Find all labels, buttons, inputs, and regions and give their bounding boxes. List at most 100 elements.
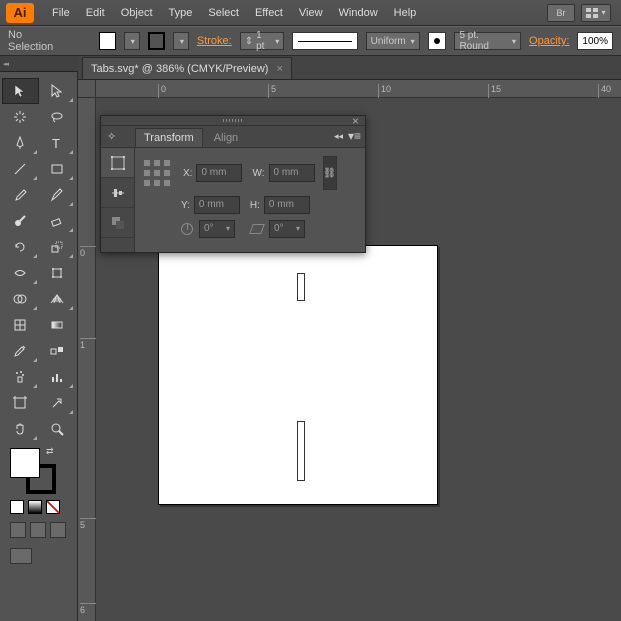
transform-panel[interactable]: ✧ Transform Align ◂◂ ▾≡ X: 0 mm W: 0 mm … bbox=[100, 115, 366, 253]
x-field[interactable]: 0 mm bbox=[196, 164, 242, 182]
pathfinder-icon[interactable] bbox=[101, 208, 134, 238]
stroke-profile-dropdown[interactable]: Uniform▾ bbox=[366, 32, 420, 50]
fill-dropdown[interactable]: ▾ bbox=[124, 32, 140, 50]
eraser-tool[interactable] bbox=[39, 208, 76, 234]
paintbrush-tool[interactable] bbox=[2, 182, 39, 208]
opacity-label[interactable]: Opacity: bbox=[529, 35, 569, 47]
menu-object[interactable]: Object bbox=[113, 0, 161, 26]
brush-dropdown[interactable]: 5 pt. Round▾ bbox=[454, 32, 521, 50]
symbol-sprayer-tool[interactable] bbox=[2, 364, 39, 390]
perspective-grid-tool[interactable] bbox=[39, 286, 76, 312]
tab-align[interactable]: Align bbox=[205, 128, 247, 147]
stroke-weight-stepper[interactable]: ⇕ 1 pt▾ bbox=[240, 32, 285, 50]
constrain-proportions-icon[interactable]: ⛓ bbox=[323, 156, 337, 190]
tab-transform[interactable]: Transform bbox=[135, 128, 203, 147]
align-icon[interactable] bbox=[101, 178, 134, 208]
scale-tool[interactable] bbox=[39, 234, 76, 260]
art-shape-2[interactable] bbox=[297, 421, 305, 481]
fill-swatch[interactable] bbox=[99, 32, 116, 50]
stroke-profile-sample[interactable] bbox=[292, 32, 357, 50]
color-mode[interactable] bbox=[10, 500, 24, 514]
rotate-tool[interactable] bbox=[2, 234, 39, 260]
collapse-icon[interactable]: ◂◂ bbox=[334, 131, 343, 142]
column-graph-tool[interactable] bbox=[39, 364, 76, 390]
selection-tool[interactable] bbox=[2, 78, 39, 104]
fill-stroke-swatches[interactable]: ⇄ bbox=[0, 444, 77, 498]
pencil-tool[interactable] bbox=[39, 182, 76, 208]
y-field[interactable]: 0 mm bbox=[194, 196, 240, 214]
arrange-documents-button[interactable] bbox=[581, 4, 611, 22]
link-icon: ✧ bbox=[107, 130, 116, 143]
ruler-tick: 15 bbox=[488, 84, 501, 98]
slice-tool[interactable] bbox=[39, 390, 76, 416]
menu-file[interactable]: File bbox=[44, 0, 78, 26]
hand-tool[interactable] bbox=[2, 416, 39, 442]
stroke-dropdown[interactable]: ▾ bbox=[173, 32, 189, 50]
stroke-swatch[interactable] bbox=[148, 32, 165, 50]
ruler-origin[interactable] bbox=[78, 80, 96, 98]
close-icon[interactable]: × bbox=[276, 63, 282, 75]
menu-select[interactable]: Select bbox=[200, 0, 247, 26]
vertical-ruler[interactable]: 0 1 5 6 bbox=[78, 98, 96, 621]
menu-edit[interactable]: Edit bbox=[78, 0, 113, 26]
transform-icon[interactable] bbox=[101, 148, 134, 178]
toolbox-collapse[interactable] bbox=[0, 56, 78, 72]
screen-mode[interactable] bbox=[10, 548, 32, 564]
zoom-tool[interactable] bbox=[39, 416, 76, 442]
line-tool[interactable] bbox=[2, 156, 39, 182]
grid-icon bbox=[586, 8, 598, 18]
stroke-weight-value: 1 pt bbox=[256, 30, 270, 52]
menu-type[interactable]: Type bbox=[161, 0, 201, 26]
stroke-label[interactable]: Stroke: bbox=[197, 35, 232, 47]
swap-fill-stroke-icon[interactable]: ⇄ bbox=[46, 446, 54, 457]
shear-field[interactable]: 0°▾ bbox=[269, 220, 305, 238]
eyedropper-tool[interactable] bbox=[2, 338, 39, 364]
draw-behind[interactable] bbox=[30, 522, 46, 538]
draw-normal[interactable] bbox=[10, 522, 26, 538]
gradient-tool[interactable] bbox=[39, 312, 76, 338]
shear-icon bbox=[249, 224, 265, 234]
artboard-tool[interactable] bbox=[2, 390, 39, 416]
control-bar: No Selection ▾ ▾ Stroke: ⇕ 1 pt▾ Uniform… bbox=[0, 26, 621, 56]
type-tool[interactable]: T bbox=[39, 130, 76, 156]
artboard[interactable] bbox=[158, 245, 438, 505]
pen-tool[interactable] bbox=[2, 130, 39, 156]
w-field[interactable]: 0 mm bbox=[269, 164, 315, 182]
gradient-mode[interactable] bbox=[28, 500, 42, 514]
ruler-tick: 40 bbox=[598, 84, 611, 98]
art-shape-1[interactable] bbox=[297, 273, 305, 301]
rectangle-tool[interactable] bbox=[39, 156, 76, 182]
menu-window[interactable]: Window bbox=[331, 0, 386, 26]
menu-effect[interactable]: Effect bbox=[247, 0, 291, 26]
reference-point[interactable] bbox=[143, 159, 171, 187]
toolbox-fill[interactable] bbox=[10, 448, 40, 478]
lasso-tool[interactable] bbox=[39, 104, 76, 130]
stroke-profile-value: Uniform bbox=[371, 36, 406, 47]
blend-tool[interactable] bbox=[39, 338, 76, 364]
selection-status: No Selection bbox=[8, 29, 66, 53]
magic-wand-tool[interactable] bbox=[2, 104, 39, 130]
brush-value: 5 pt. Round bbox=[459, 30, 507, 52]
panel-gripper[interactable] bbox=[101, 116, 365, 126]
shape-builder-tool[interactable] bbox=[2, 286, 39, 312]
h-field[interactable]: 0 mm bbox=[264, 196, 310, 214]
width-tool[interactable] bbox=[2, 260, 39, 286]
blob-brush-tool[interactable] bbox=[2, 208, 39, 234]
transform-content: X: 0 mm W: 0 mm ⛓ Y: 0 mm H: 0 mm 0°▾ 0°… bbox=[135, 148, 365, 252]
rotate-field[interactable]: 0°▾ bbox=[199, 220, 235, 238]
menu-view[interactable]: View bbox=[291, 0, 331, 26]
horizontal-ruler[interactable]: 0 5 10 15 40 bbox=[96, 80, 621, 98]
draw-inside[interactable] bbox=[50, 522, 66, 538]
document-tab[interactable]: Tabs.svg* @ 386% (CMYK/Preview) × bbox=[82, 57, 292, 79]
none-mode[interactable] bbox=[46, 500, 60, 514]
panel-left-icons bbox=[101, 148, 135, 252]
ruler-tick: 0 bbox=[80, 246, 96, 258]
panel-menu-icon[interactable]: ▾≡ bbox=[348, 129, 361, 143]
mesh-tool[interactable] bbox=[2, 312, 39, 338]
brush-sample[interactable] bbox=[428, 32, 447, 50]
opacity-field[interactable]: 100% bbox=[577, 32, 613, 50]
direct-selection-tool[interactable] bbox=[39, 78, 76, 104]
bridge-button[interactable]: Br bbox=[547, 4, 575, 22]
free-transform-tool[interactable] bbox=[39, 260, 76, 286]
menu-help[interactable]: Help bbox=[386, 0, 425, 26]
